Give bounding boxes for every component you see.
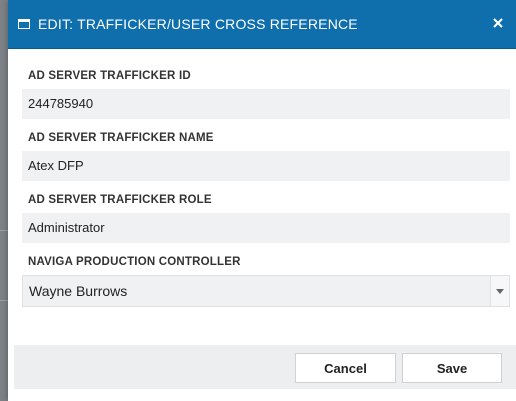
field-production-controller: NAVIGA PRODUCTION CONTROLLER Wayne Burro…: [22, 254, 510, 307]
dialog-body: AD SERVER TRAFFICKER ID 244785940 AD SER…: [8, 49, 516, 307]
dropdown-toggle[interactable]: [490, 276, 509, 306]
edit-dialog: EDIT: TRAFFICKER/USER CROSS REFERENCE AD…: [8, 0, 516, 401]
field-trafficker-name: AD SERVER TRAFFICKER NAME Atex DFP: [22, 130, 510, 181]
save-button[interactable]: Save: [402, 353, 502, 383]
production-controller-selected: Wayne Burrows: [29, 283, 128, 299]
trafficker-role-label: AD SERVER TRAFFICKER ROLE: [28, 194, 212, 206]
dialog-title: EDIT: TRAFFICKER/USER CROSS REFERENCE: [38, 16, 358, 32]
dialog-titlebar: EDIT: TRAFFICKER/USER CROSS REFERENCE: [8, 0, 516, 49]
chevron-down-icon: [496, 288, 504, 294]
trafficker-name-label: AD SERVER TRAFFICKER NAME: [28, 132, 214, 144]
production-controller-select[interactable]: Wayne Burrows: [22, 275, 510, 307]
dialog-footer: Cancel Save: [14, 345, 516, 389]
close-icon: [493, 18, 503, 28]
trafficker-role-value: Administrator: [22, 213, 510, 243]
window-icon: [18, 19, 30, 29]
field-trafficker-role: AD SERVER TRAFFICKER ROLE Administrator: [22, 192, 510, 243]
trafficker-id-label: AD SERVER TRAFFICKER ID: [28, 70, 191, 82]
field-trafficker-id: AD SERVER TRAFFICKER ID 244785940: [22, 68, 510, 119]
trafficker-name-value: Atex DFP: [22, 151, 510, 181]
cancel-button[interactable]: Cancel: [295, 353, 396, 383]
close-button[interactable]: [490, 15, 506, 31]
trafficker-id-value: 244785940: [22, 89, 510, 119]
production-controller-label: NAVIGA PRODUCTION CONTROLLER: [28, 256, 241, 268]
